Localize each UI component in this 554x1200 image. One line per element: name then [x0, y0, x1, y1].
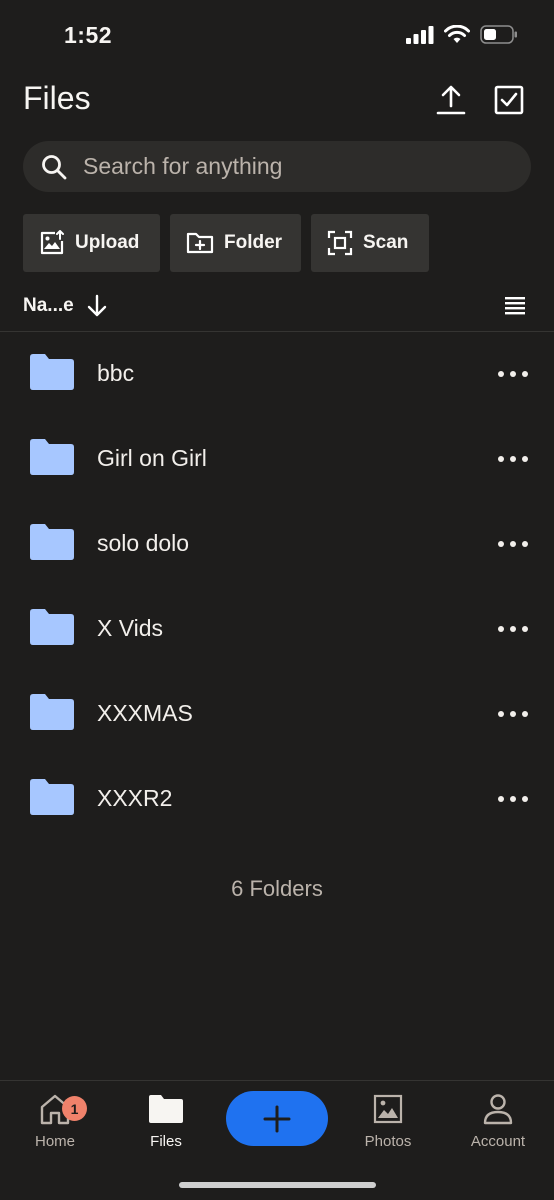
folder-action-button[interactable]: Folder — [170, 214, 301, 272]
battery-icon — [480, 25, 517, 44]
file-name: Girl on Girl — [97, 445, 207, 471]
tab-photos[interactable]: Photos — [333, 1091, 443, 1150]
more-options-button[interactable] — [498, 793, 528, 805]
folder-icon — [30, 694, 74, 730]
file-name: bbc — [97, 360, 135, 386]
new-folder-icon — [186, 232, 214, 254]
tab-home[interactable]: 1 Home — [0, 1091, 110, 1150]
folder-filled-icon — [149, 1095, 183, 1123]
scan-icon — [327, 230, 353, 256]
list-item[interactable]: bbc — [0, 332, 554, 417]
upload-action-button[interactable]: Upload — [23, 214, 160, 272]
signal-icon — [406, 25, 434, 44]
file-name: solo dolo — [97, 530, 190, 556]
tab-account-label: Account — [470, 1133, 526, 1150]
list-item[interactable]: solo dolo — [0, 502, 554, 587]
select-button[interactable] — [491, 82, 527, 118]
arrow-down-icon[interactable] — [86, 294, 108, 323]
checkbox-icon — [494, 85, 524, 115]
folder-icon — [30, 779, 74, 815]
tab-bar: 1 Home Files Photos Account — [0, 1080, 554, 1200]
folder-icon — [30, 354, 74, 390]
home-indicator — [179, 1182, 376, 1188]
folder-icon — [30, 439, 74, 475]
tab-home-label: Home — [34, 1133, 75, 1150]
search-input[interactable]: Search for anything — [83, 153, 282, 180]
scan-action-button[interactable]: Scan — [311, 214, 429, 272]
file-name: X Vids — [97, 615, 164, 641]
tab-files[interactable]: Files — [111, 1091, 221, 1150]
plus-icon — [263, 1105, 291, 1132]
person-icon — [483, 1094, 513, 1125]
search-bar[interactable]: Search for anything — [23, 141, 531, 192]
tab-account[interactable]: Account — [443, 1091, 553, 1150]
folder-icon — [30, 524, 74, 560]
upload-button[interactable] — [433, 82, 469, 118]
more-options-button[interactable] — [498, 623, 528, 635]
list-item[interactable]: X Vids — [0, 587, 554, 672]
tab-photos-label: Photos — [364, 1133, 412, 1150]
sort-button[interactable]: Na...e — [23, 295, 74, 317]
list-view-icon[interactable] — [504, 295, 526, 320]
scan-action-label: Scan — [363, 232, 409, 253]
status-time: 1:52 — [64, 22, 113, 48]
add-button[interactable] — [226, 1091, 328, 1146]
more-options-button[interactable] — [498, 453, 528, 465]
more-options-button[interactable] — [498, 538, 528, 550]
folder-icon — [30, 609, 74, 645]
file-list: bbc Girl on Girl solo dolo X Vids XXXMAS — [0, 332, 554, 842]
wifi-icon — [444, 25, 470, 43]
photos-icon — [373, 1094, 403, 1124]
list-item[interactable]: Girl on Girl — [0, 417, 554, 502]
list-item[interactable]: XXXMAS — [0, 672, 554, 757]
file-name: XXXR2 — [97, 785, 173, 811]
upload-image-icon — [40, 230, 64, 255]
upload-action-label: Upload — [75, 232, 140, 253]
quick-actions: Upload Folder Scan — [23, 214, 429, 272]
folder-count: 6 Folders — [231, 876, 323, 901]
page-title: Files — [23, 80, 91, 116]
more-options-button[interactable] — [498, 708, 528, 720]
status-icons — [406, 25, 518, 44]
notification-badge: 1 — [62, 1096, 87, 1121]
header: Files — [0, 78, 554, 122]
file-name: XXXMAS — [97, 700, 193, 726]
upload-icon — [436, 85, 466, 115]
list-item[interactable]: XXXR2 — [0, 757, 554, 842]
status-bar: 1:52 — [0, 0, 554, 70]
folder-action-label: Folder — [224, 232, 283, 253]
tab-files-label: Files — [150, 1133, 182, 1150]
search-icon — [41, 154, 67, 180]
sort-row: Na...e — [0, 290, 554, 332]
more-options-button[interactable] — [498, 368, 528, 380]
